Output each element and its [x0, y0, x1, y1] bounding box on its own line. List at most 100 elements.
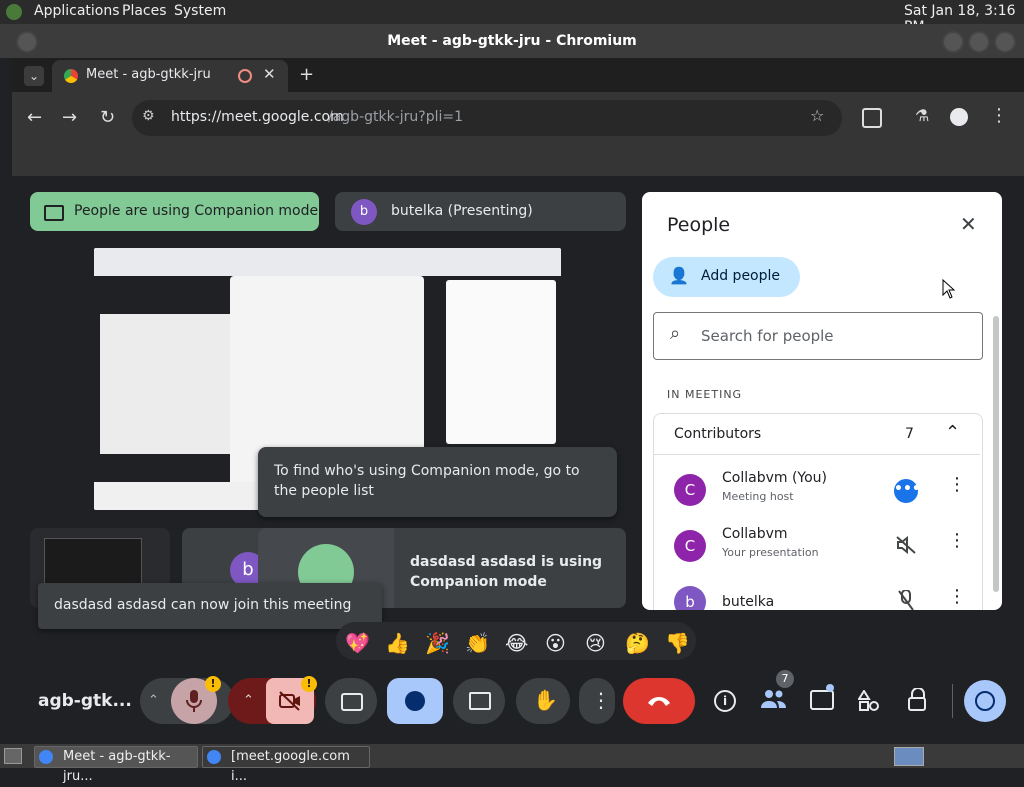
participant-avatar: C [674, 474, 706, 506]
participant-name: Collabvm [722, 526, 788, 542]
bookmark-star-icon[interactable]: ☆ [810, 106, 824, 125]
presenter-label: b butelka (Presenting) [335, 192, 626, 231]
minimize-button[interactable] [942, 31, 964, 53]
maximize-button[interactable] [968, 31, 990, 53]
people-panel-scrollbar[interactable] [993, 316, 999, 592]
chromium-icon [207, 750, 221, 764]
companion-tile-text: dasdasd asdasd is using Companion mode [410, 554, 603, 590]
close-tab-icon[interactable]: ✕ [263, 65, 276, 83]
more-vert-icon: ⋮ [591, 688, 611, 712]
taskbar-item-popup[interactable]: [meet.google.com i... [202, 746, 370, 784]
contributors-header[interactable]: Contributors 7 ⌃ [654, 414, 980, 455]
companion-banner-text: People are using Companion mode [74, 203, 319, 219]
mic-off-icon [898, 590, 914, 610]
chat-notification-dot [826, 684, 834, 692]
captions-button[interactable] [325, 678, 377, 724]
collapse-chevron-icon[interactable]: ⌃ [945, 422, 960, 443]
forward-icon[interactable]: → [62, 107, 77, 128]
shared-window-thumb [100, 314, 234, 454]
host-controls-lock-icon[interactable] [907, 688, 929, 712]
reaction-thumbs-up[interactable]: 👍 [385, 631, 410, 655]
mouse-cursor-icon [942, 279, 956, 299]
tooltip-text: To find who's using Companion mode, go t… [274, 463, 580, 499]
camera-off-icon [279, 691, 300, 711]
app-menu-icon[interactable] [6, 4, 22, 20]
participant-role: Your presentation [722, 546, 819, 559]
reaction-sparkling-heart[interactable]: 💖 [345, 631, 370, 655]
system-menu[interactable]: System [174, 3, 226, 19]
activities-icon[interactable] [858, 690, 880, 712]
participant-more-icon[interactable]: ⋮ [948, 474, 966, 495]
mic-alert-badge: ! [205, 676, 221, 692]
participant-avatar: b [674, 586, 706, 610]
taskbar-item-meet[interactable]: Meet - agb-gtkk-jru... [34, 746, 198, 784]
browser-menu-icon[interactable]: ⋮ [990, 105, 1008, 126]
present-screen-icon [469, 692, 491, 710]
in-meeting-heading: IN MEETING [667, 388, 743, 401]
camera-options-chevron-icon[interactable]: ⌃ [243, 693, 254, 708]
participant-more-icon[interactable]: ⋮ [948, 586, 966, 607]
places-menu[interactable]: Places [122, 3, 167, 19]
raise-hand-button[interactable]: ✋ [516, 678, 570, 724]
companion-timer-button[interactable] [964, 680, 1006, 722]
os-taskbar: Meet - agb-gtkk-jru... [meet.google.com … [0, 744, 1024, 784]
microphone-icon [186, 690, 202, 712]
window-menu-button[interactable] [16, 31, 38, 53]
people-panel-title: People [667, 214, 731, 236]
reaction-sad[interactable]: 😢 [585, 631, 606, 655]
add-people-button[interactable]: 👤 Add people [653, 257, 800, 297]
close-panel-icon[interactable]: ✕ [960, 212, 977, 236]
speaking-indicator-icon: ••• [894, 479, 921, 503]
leave-call-button[interactable] [623, 678, 695, 724]
reaction-thumbs-down[interactable]: 👎 [665, 631, 690, 655]
companion-mode-banner[interactable]: People are using Companion mode [30, 192, 319, 231]
reaction-surprised[interactable]: 😮 [545, 631, 566, 655]
hang-up-icon [648, 697, 670, 706]
recording-icon [238, 69, 252, 83]
os-top-panel: Applications Places System Sat Jan 18, 3… [0, 0, 1024, 35]
toolbar-divider [952, 684, 953, 718]
shared-browser-chrome [94, 248, 561, 276]
reaction-party[interactable]: 🎉 [425, 631, 450, 655]
people-icon [761, 690, 786, 708]
extensions-icon[interactable] [862, 108, 882, 128]
tab-search-icon[interactable]: ⌄ [24, 66, 44, 86]
reactions-button[interactable] [387, 678, 443, 724]
workspace-switcher[interactable] [894, 747, 924, 766]
new-tab-icon[interactable]: + [299, 64, 314, 85]
join-toast: dasdasd asdasd can now join this meeting [38, 583, 382, 629]
contributors-label: Contributors [674, 426, 762, 442]
search-people-field[interactable]: ⌕ Search for people [653, 312, 983, 360]
site-info-icon[interactable]: ⚙ [142, 108, 155, 124]
chat-icon[interactable] [810, 690, 834, 710]
presenter-avatar: b [351, 199, 377, 225]
tab-meet[interactable]: Meet - agb-gtkk-jru ✕ [52, 60, 288, 92]
address-bar[interactable]: ⚙ https://meet.google.com /agb-gtkk-jru?… [132, 100, 842, 136]
reload-icon[interactable]: ↻ [100, 107, 115, 128]
close-window-button[interactable] [994, 31, 1016, 53]
show-desktop-icon[interactable] [4, 748, 22, 764]
applications-menu[interactable]: Applications [34, 3, 120, 19]
reaction-clap[interactable]: 👏 [465, 631, 490, 655]
bookmark-bar [12, 144, 1024, 176]
labs-flask-icon[interactable]: ⚗ [915, 106, 929, 125]
emoji-smile-icon [405, 691, 425, 711]
participant-more-icon[interactable]: ⋮ [948, 530, 966, 551]
profile-avatar[interactable] [950, 108, 968, 126]
meeting-details-icon[interactable]: i [714, 690, 736, 712]
url-path: /agb-gtkk-jru?pli=1 [328, 109, 464, 125]
reaction-laugh[interactable]: 😂 [505, 631, 528, 655]
hand-icon: ✋ [533, 688, 558, 712]
back-icon[interactable]: ← [27, 107, 42, 128]
people-count-badge: 7 [776, 670, 794, 688]
people-panel: People ✕ 👤 Add people ⌕ Search for peopl… [642, 192, 1002, 610]
people-button[interactable] [760, 688, 788, 710]
more-options-button[interactable]: ⋮ [579, 678, 615, 724]
contributors-count: 7 [905, 426, 914, 442]
url-host: https://meet.google.com [171, 109, 344, 125]
reaction-thinking[interactable]: 🤔 [625, 631, 650, 655]
chromium-icon [39, 750, 53, 764]
present-screen-button[interactable] [453, 678, 505, 724]
mic-options-chevron-icon[interactable]: ⌃ [148, 693, 159, 708]
captions-icon [341, 693, 363, 711]
